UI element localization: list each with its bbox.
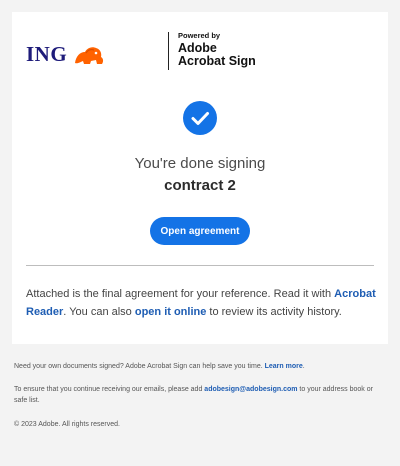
footer-own-docs: Need your own documents signed? Adobe Ac…	[14, 361, 386, 372]
acrobat-sign-text: Acrobat Sign	[178, 53, 256, 68]
logo-divider	[168, 32, 169, 70]
open-agreement-button[interactable]: Open agreement	[150, 217, 250, 245]
message-part2: . You can also	[63, 306, 135, 318]
adobesign-email-link[interactable]: adobesign@adobesign.com	[204, 386, 297, 393]
agreement-message: Attached is the final agreement for your…	[26, 285, 376, 321]
document-name: contract 2	[164, 177, 236, 194]
own-docs-text: Need your own documents signed? Adobe Ac…	[14, 363, 265, 370]
adobe-text: Adobe	[178, 40, 217, 55]
checkmark-circle-icon	[183, 101, 217, 135]
logo-header: ING Powered by Adobe Acrobat Sign	[12, 32, 388, 76]
message-part1: Attached is the final agreement for your…	[26, 288, 335, 300]
ing-logo: ING	[26, 42, 106, 67]
learn-more-tail: .	[302, 363, 305, 370]
footer-copyright: © 2023 Adobe. All rights reserved.	[14, 421, 120, 428]
ing-wordmark: ING	[26, 42, 68, 66]
open-online-link[interactable]: open it online	[135, 306, 207, 318]
ing-lion-icon	[75, 46, 104, 64]
learn-more-link[interactable]: Learn more	[265, 363, 303, 370]
done-signing-text: You're done signing	[134, 155, 266, 172]
receive-prefix: To ensure that you continue receiving ou…	[14, 386, 205, 393]
email-card: ING Powered by Adobe Acrobat Sign You're…	[12, 12, 388, 344]
powered-by-text: Powered by	[178, 31, 221, 40]
footer-safe-list: To ensure that you continue receiving ou…	[14, 384, 386, 406]
check-glyph	[191, 112, 209, 125]
content-divider	[26, 265, 374, 266]
adobe-sign-logo: Powered by Adobe Acrobat Sign	[178, 32, 256, 68]
message-part3: to review its activity history.	[206, 306, 342, 318]
